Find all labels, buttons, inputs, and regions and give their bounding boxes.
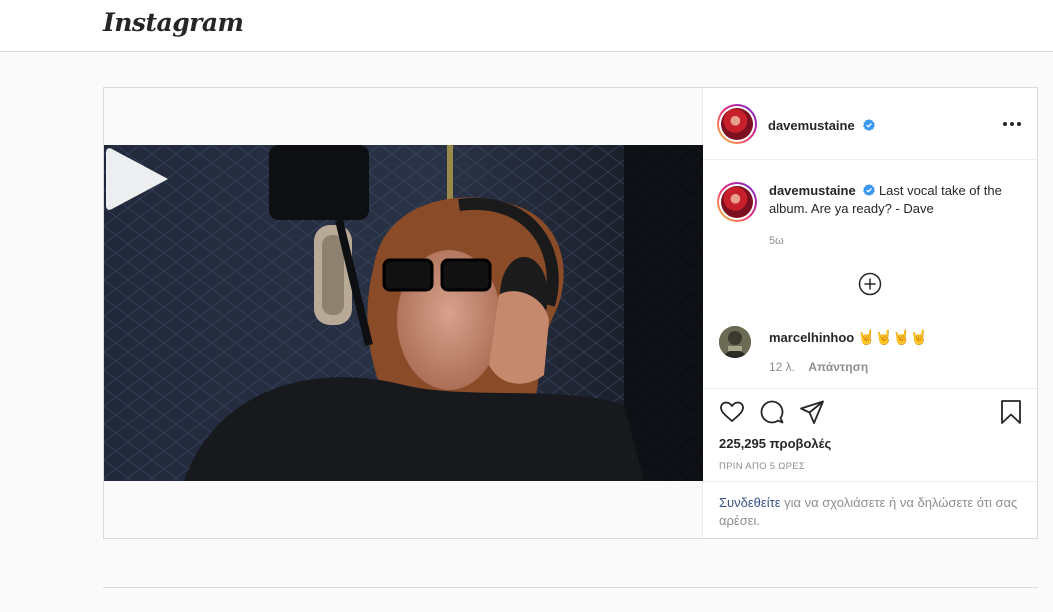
- post-sidebar: davemustaine davemustaine Last vocal tak…: [703, 88, 1037, 538]
- caption-time[interactable]: 5ω: [769, 235, 784, 247]
- commenter-username[interactable]: marcelhinhoo: [769, 330, 854, 345]
- post-time[interactable]: ΠΡΙΝ ΑΠΟ 5 ΩΡΕΣ: [719, 461, 805, 472]
- caption-avatar[interactable]: [717, 182, 757, 222]
- commenter-avatar[interactable]: [719, 326, 751, 358]
- video-frame: [104, 145, 703, 481]
- instagram-logo[interactable]: Instagram: [103, 8, 244, 37]
- play-icon[interactable]: [104, 145, 172, 213]
- caption-text: davemustaine Last vocal take of the albu…: [769, 182, 1023, 218]
- footer-divider: [103, 587, 1038, 588]
- post-container: davemustaine davemustaine Last vocal tak…: [103, 87, 1038, 539]
- plus-circle-icon[interactable]: [858, 272, 882, 296]
- author-username[interactable]: davemustaine: [768, 118, 855, 133]
- author-avatar[interactable]: [717, 104, 757, 144]
- login-link[interactable]: Συνδεθείτε: [719, 495, 781, 510]
- more-options-icon[interactable]: [1003, 114, 1025, 134]
- reply-button[interactable]: Απάντηση: [808, 360, 868, 374]
- post-video[interactable]: [104, 145, 703, 481]
- login-prompt: Συνδεθείτε για να σχολιάσετε ή να δηλώσε…: [703, 481, 1037, 539]
- heart-icon[interactable]: [719, 399, 745, 425]
- top-navigation-bar: Instagram: [0, 0, 1053, 52]
- view-count[interactable]: 225,295 προβολές: [719, 436, 831, 451]
- verified-badge-icon: [863, 119, 876, 131]
- comment-icon[interactable]: [759, 399, 785, 425]
- comment-time[interactable]: 12 λ.: [769, 360, 795, 374]
- comment-text: 🤘🤘🤘🤘: [857, 329, 928, 345]
- comment: marcelhinhoo 🤘🤘🤘🤘: [769, 328, 928, 347]
- comment-meta: 12 λ. Απάντηση: [769, 360, 868, 374]
- media-area: [104, 88, 703, 538]
- post-header: davemustaine: [703, 88, 1037, 160]
- post-actions: 225,295 προβολές ΠΡΙΝ ΑΠΟ 5 ΩΡΕΣ Συνδεθε…: [703, 388, 1037, 538]
- share-icon[interactable]: [799, 399, 825, 425]
- bookmark-icon[interactable]: [998, 399, 1024, 425]
- caption-username[interactable]: davemustaine: [769, 183, 856, 198]
- verified-badge-icon: [863, 184, 876, 196]
